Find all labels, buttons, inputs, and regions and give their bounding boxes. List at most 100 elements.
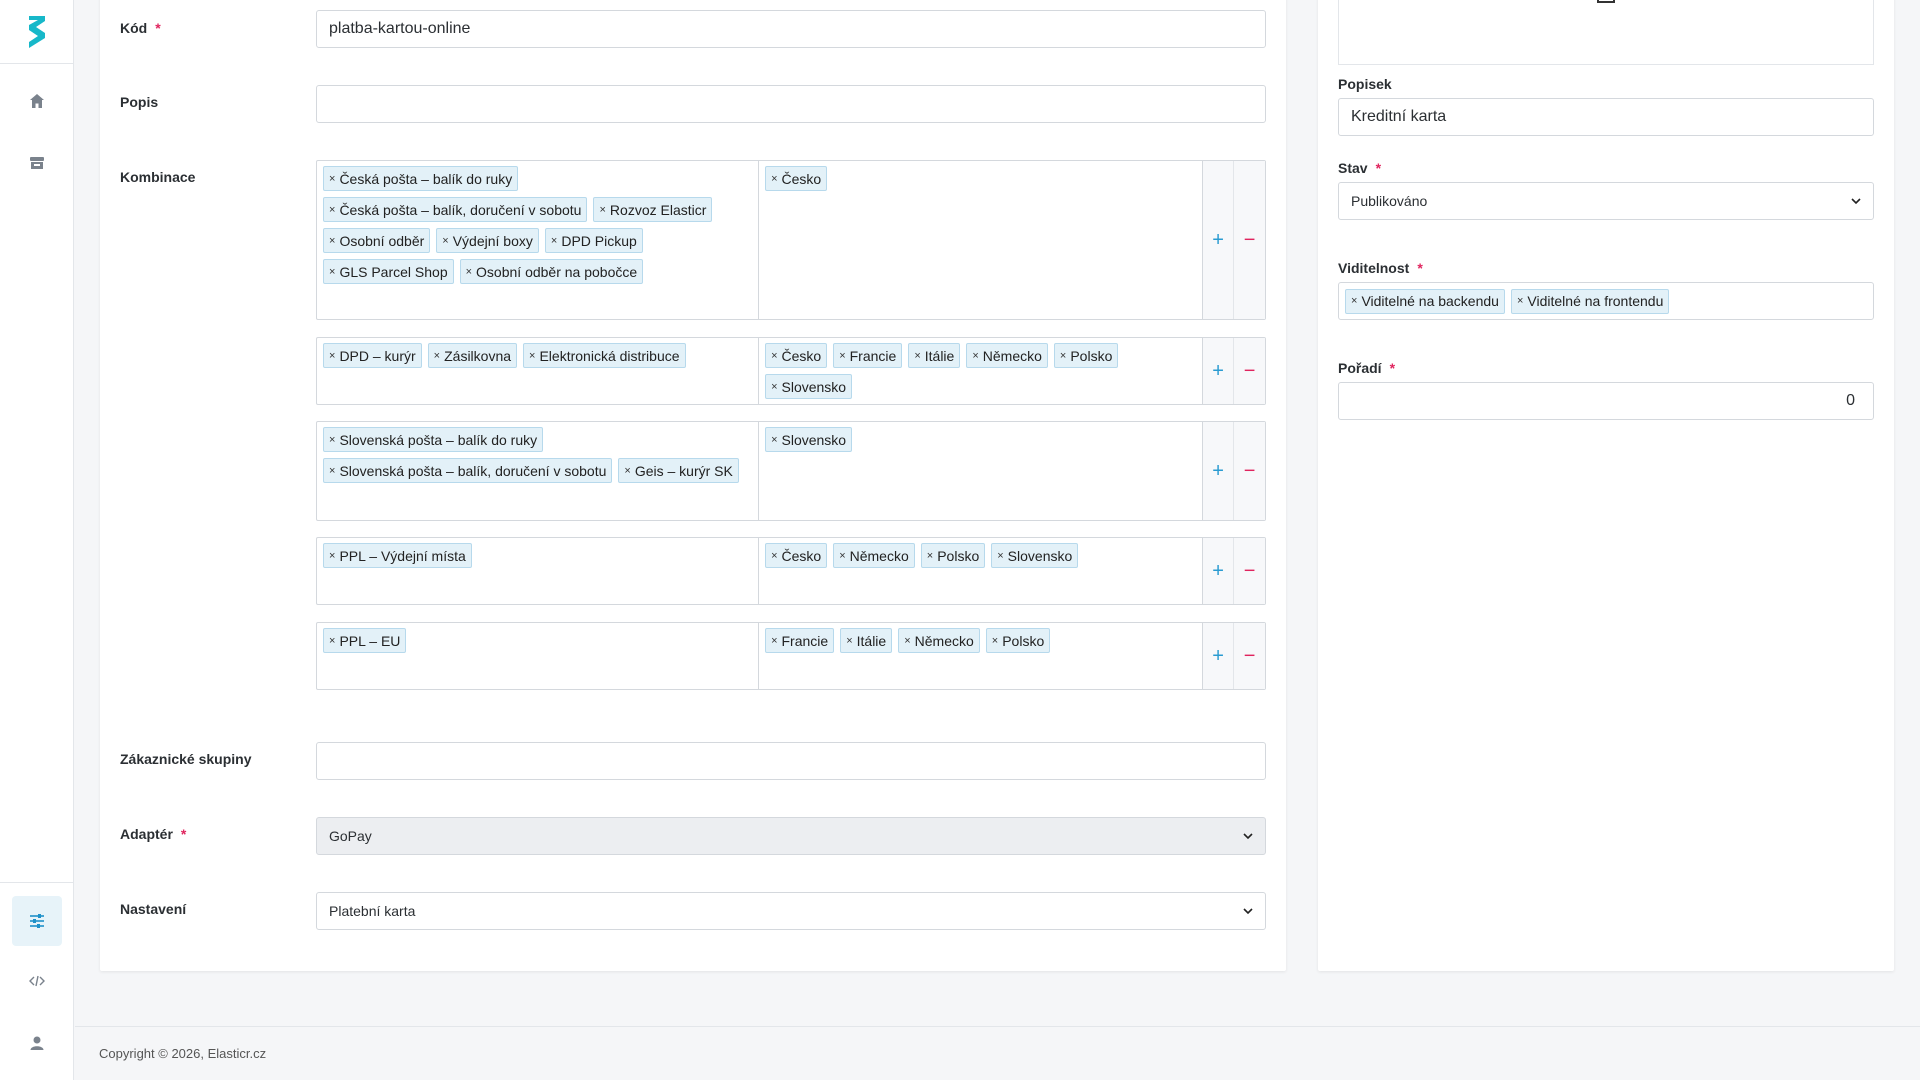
remove-tag-icon[interactable]: × [329, 173, 335, 185]
shipping-tag[interactable]: × GLS Parcel Shop [323, 259, 454, 284]
remove-tag-icon[interactable]: × [771, 381, 777, 393]
remove-tag-icon[interactable]: × [1351, 295, 1357, 307]
remove-tag-icon[interactable]: × [972, 350, 978, 362]
remove-tag-icon[interactable]: × [771, 550, 777, 562]
shipping-tag[interactable]: × DPD – kurýr [323, 343, 422, 368]
poradi-input[interactable]: 0 [1338, 382, 1874, 420]
shipping-methods-select[interactable]: × PPL – Výdejní místa [317, 538, 760, 604]
remove-tag-icon[interactable]: × [329, 465, 335, 477]
country-tag[interactable]: × Slovensko [991, 543, 1079, 568]
country-tag[interactable]: × Polsko [1053, 343, 1119, 368]
shipping-tag[interactable]: × Výdejní boxy [436, 228, 539, 253]
remove-tag-icon[interactable]: × [1517, 295, 1523, 307]
shipping-tag[interactable]: × Osobní odběr [323, 228, 431, 253]
shipping-tag[interactable]: × DPD Pickup [544, 228, 643, 253]
shipping-tag[interactable]: × Elektronická distribuce [523, 343, 686, 368]
nastaveni-select[interactable]: Platební karta [316, 892, 1266, 930]
remove-tag-icon[interactable]: × [329, 350, 335, 362]
countries-select[interactable]: × Česko × Francie × Itálie × Německo × Polsko × Slo… [759, 338, 1204, 404]
countries-select[interactable]: × Slovensko [759, 422, 1204, 520]
store-icon[interactable] [12, 138, 62, 188]
shipping-tag[interactable]: × Osobní odběr na pobočce [459, 259, 644, 284]
remove-tag-icon[interactable]: × [329, 434, 335, 446]
country-tag[interactable]: × Slovensko [765, 427, 853, 452]
country-tag[interactable]: × Itálie [908, 343, 961, 368]
remove-tag-icon[interactable]: × [329, 635, 335, 647]
add-combination-button[interactable]: + [1203, 623, 1235, 689]
code-icon[interactable] [12, 956, 62, 1006]
kod-input[interactable]: platba-kartou-online [316, 10, 1266, 48]
remove-tag-icon[interactable]: × [914, 350, 920, 362]
countries-select[interactable]: × Česko [759, 161, 1204, 319]
remove-tag-icon[interactable]: × [997, 550, 1003, 562]
country-tag[interactable]: × Polsko [920, 543, 986, 568]
remove-combination-button[interactable]: − [1234, 538, 1265, 604]
country-tag[interactable]: × Česko [765, 543, 828, 568]
country-tag[interactable]: × Česko [765, 166, 828, 191]
home-icon[interactable] [12, 76, 62, 126]
add-combination-button[interactable]: + [1203, 538, 1235, 604]
countries-select[interactable]: × Francie × Itálie × Německo × Polsko [759, 623, 1204, 689]
country-tag[interactable]: × Česko [765, 343, 828, 368]
remove-tag-icon[interactable]: × [1060, 350, 1066, 362]
country-tag[interactable]: × Slovensko [765, 374, 853, 399]
remove-tag-icon[interactable]: × [771, 635, 777, 647]
remove-tag-icon[interactable]: × [329, 550, 335, 562]
remove-tag-icon[interactable]: × [624, 465, 630, 477]
remove-combination-button[interactable]: − [1234, 161, 1265, 319]
remove-tag-icon[interactable]: × [771, 434, 777, 446]
remove-tag-icon[interactable]: × [329, 266, 335, 278]
remove-tag-icon[interactable]: × [771, 173, 777, 185]
remove-combination-button[interactable]: − [1234, 338, 1265, 404]
settings-sliders-icon[interactable] [12, 896, 62, 946]
shipping-tag[interactable]: × PPL – Výdejní místa [323, 543, 472, 568]
viditelnost-tag[interactable]: × Viditelné na frontendu [1510, 288, 1670, 314]
image-upload-area[interactable] [1338, 0, 1874, 65]
stav-select[interactable]: Publikováno [1338, 182, 1874, 220]
shipping-tag[interactable]: × Slovenská pošta – balík, doručení v sob… [323, 458, 613, 483]
shipping-methods-select[interactable]: × DPD – kurýr × Zásilkovna × Elektronická dis… [317, 338, 760, 404]
remove-tag-icon[interactable]: × [329, 235, 335, 247]
country-tag[interactable]: × Francie [765, 628, 835, 653]
country-tag[interactable]: × Polsko [985, 628, 1051, 653]
remove-tag-icon[interactable]: × [466, 266, 472, 278]
popisek-input[interactable]: Kreditní karta [1338, 98, 1874, 136]
remove-tag-icon[interactable]: × [771, 350, 777, 362]
remove-tag-icon[interactable]: × [839, 350, 845, 362]
shipping-methods-select[interactable]: × Slovenská pošta – balík do ruky × Slovens… [317, 422, 760, 520]
shipping-tag[interactable]: × PPL – EU [323, 628, 407, 653]
country-tag[interactable]: × Itálie [840, 628, 893, 653]
remove-tag-icon[interactable]: × [846, 635, 852, 647]
remove-tag-icon[interactable]: × [434, 350, 440, 362]
shipping-methods-select[interactable]: × Česká pošta – balík do ruky × Česká pošta… [317, 161, 760, 319]
shipping-tag[interactable]: × Česká pošta – balík, doručení v sobotu [323, 197, 588, 222]
country-tag[interactable]: × Německo [966, 343, 1048, 368]
remove-tag-icon[interactable]: × [904, 635, 910, 647]
remove-tag-icon[interactable]: × [599, 204, 605, 216]
countries-select[interactable]: × Česko × Německo × Polsko × Slovensko [759, 538, 1204, 604]
shipping-tag[interactable]: × Zásilkovna [427, 343, 518, 368]
remove-tag-icon[interactable]: × [529, 350, 535, 362]
remove-combination-button[interactable]: − [1234, 422, 1265, 520]
shipping-methods-select[interactable]: × PPL – EU [317, 623, 760, 689]
shipping-tag[interactable]: × Slovenská pošta – balík do ruky [323, 427, 544, 452]
logo[interactable] [0, 0, 74, 64]
remove-tag-icon[interactable]: × [442, 235, 448, 247]
user-icon[interactable] [12, 1018, 62, 1068]
remove-tag-icon[interactable]: × [992, 635, 998, 647]
shipping-tag[interactable]: × Rozvoz Elasticr [593, 197, 713, 222]
country-tag[interactable]: × Německo [898, 628, 980, 653]
adapter-select[interactable]: GoPay [316, 817, 1266, 855]
viditelnost-multiselect[interactable]: × Viditelné na backendu × Viditelné na fro… [1338, 282, 1874, 320]
viditelnost-tag[interactable]: × Viditelné na backendu [1345, 288, 1505, 314]
shipping-tag[interactable]: × Geis – kurýr SK [618, 458, 739, 483]
add-combination-button[interactable]: + [1203, 161, 1235, 319]
remove-tag-icon[interactable]: × [839, 550, 845, 562]
add-combination-button[interactable]: + [1203, 338, 1235, 404]
remove-tag-icon[interactable]: × [927, 550, 933, 562]
country-tag[interactable]: × Francie [833, 343, 903, 368]
zakaznicke-skupiny-input[interactable] [316, 742, 1266, 780]
remove-combination-button[interactable]: − [1234, 623, 1265, 689]
shipping-tag[interactable]: × Česká pošta – balík do ruky [323, 166, 519, 191]
remove-tag-icon[interactable]: × [551, 235, 557, 247]
